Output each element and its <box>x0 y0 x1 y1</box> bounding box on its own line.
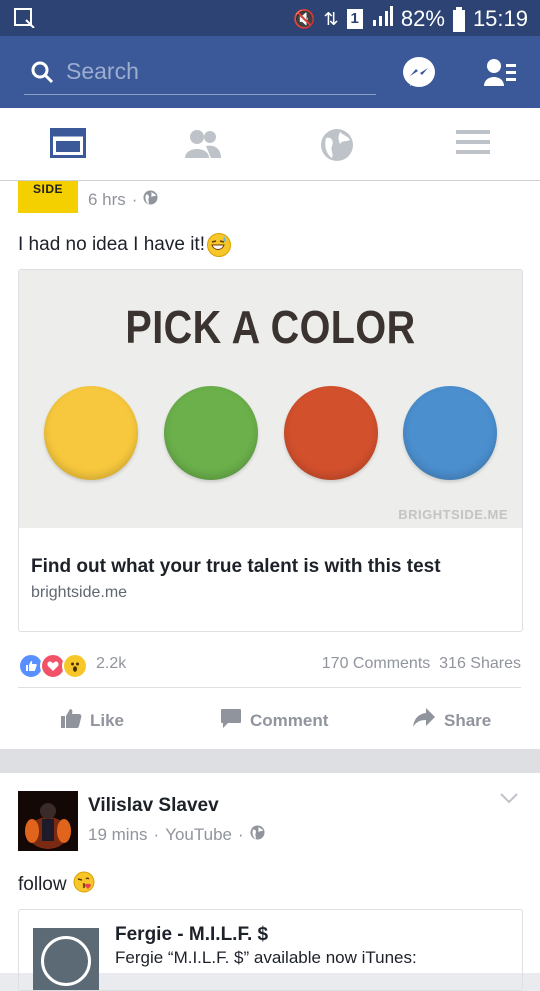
battery-percent: 82% <box>400 6 445 31</box>
notification-download-icon <box>14 8 36 33</box>
post-card: Vilislav Slavev 19 mins · YouTube · foll… <box>0 773 540 991</box>
grinning-sweat-emoji-icon <box>206 233 231 257</box>
network-icon: ⇅ <box>323 8 339 29</box>
clock: 15:19 <box>472 6 528 31</box>
comment-button[interactable]: Comment <box>220 707 328 734</box>
author-avatar[interactable]: SIDE <box>18 181 78 213</box>
search-placeholder: Search <box>66 58 139 84</box>
share-arrow-icon <box>412 707 436 734</box>
comments-shares: 170 Comments 316 Shares <box>322 655 521 673</box>
kissing-emoji-icon <box>73 871 95 899</box>
battery-icon <box>452 7 465 32</box>
comment-label: Comment <box>250 710 329 730</box>
share-count[interactable]: 316 Shares <box>439 655 521 672</box>
news-feed: SIDE 6 hrs · I had no idea I have it! PI… <box>0 181 540 991</box>
share-button[interactable]: Share <box>412 707 491 734</box>
tab-bar <box>0 108 540 181</box>
image-watermark: BRIGHTSIDE.ME <box>398 507 508 522</box>
like-button[interactable]: Like <box>60 707 124 734</box>
thumbs-up-icon <box>60 707 82 734</box>
post-time[interactable]: 19 mins <box>88 825 148 845</box>
separator-dot: · <box>238 825 244 844</box>
post-text-content: follow <box>18 874 67 895</box>
post-text-content: I had no idea I have it! <box>18 234 205 255</box>
avatar-logo-text: SIDE <box>33 182 64 196</box>
reaction-count: 2.2k <box>96 655 127 672</box>
tab-globe-notifications[interactable] <box>320 128 354 167</box>
reaction-icons <box>18 653 88 679</box>
post-card: SIDE 6 hrs · I had no idea I have it! PI… <box>0 181 540 749</box>
separator-dot: · <box>131 190 138 209</box>
messenger-icon[interactable] <box>402 56 436 95</box>
post-meta: 19 mins · YouTube · <box>88 825 265 845</box>
post-time[interactable]: 6 hrs <box>88 190 126 210</box>
share-label: Share <box>444 710 492 730</box>
blue-color-circle <box>403 386 497 480</box>
separator-dot: · <box>153 825 160 844</box>
link-title[interactable]: Find out what your true talent is with t… <box>31 556 441 578</box>
comment-count[interactable]: 170 Comments <box>322 655 431 672</box>
post-meta: 6 hrs · <box>88 190 158 210</box>
link-domain: brightside.me <box>31 584 128 601</box>
post-text: follow <box>18 871 95 899</box>
like-label: Like <box>90 710 125 730</box>
tab-friends[interactable] <box>184 128 222 163</box>
post-source[interactable]: YouTube <box>165 825 232 845</box>
tab-menu[interactable] <box>456 128 490 161</box>
top-bar: Search <box>0 36 540 108</box>
image-headline: PICK A COLOR <box>125 301 416 353</box>
red-color-circle <box>284 386 378 480</box>
play-icon <box>41 936 91 986</box>
link-description: Fergie “M.I.L.F. $” available now iTunes… <box>115 948 417 967</box>
wow-reaction-icon <box>62 653 88 679</box>
search-icon <box>30 60 54 89</box>
sim-indicator: 1 <box>346 9 363 29</box>
reactions-summary[interactable]: 2.2k 170 Comments 316 Shares <box>18 651 521 688</box>
signal-icon <box>371 6 393 32</box>
feed-divider <box>0 749 540 773</box>
tab-news-feed[interactable] <box>50 128 86 163</box>
public-globe-icon <box>250 825 265 845</box>
link-preview[interactable]: Fergie - M.I.L.F. $ Fergie “M.I.L.F. $” … <box>18 909 523 991</box>
link-preview[interactable]: PICK A COLOR BRIGHTSIDE.ME Find out what… <box>18 269 523 632</box>
mute-icon: 🔇 <box>293 8 316 29</box>
friend-requests-icon[interactable] <box>484 58 516 91</box>
post-text: I had no idea I have it! <box>18 233 231 257</box>
comment-bubble-icon <box>220 707 242 734</box>
chevron-down-icon[interactable] <box>500 791 518 809</box>
post-actions: Like Comment Share <box>18 703 521 733</box>
link-title[interactable]: Fergie - M.I.L.F. $ <box>115 924 268 946</box>
author-name[interactable]: Vilislav Slavev <box>88 795 219 817</box>
link-preview-image[interactable]: PICK A COLOR BRIGHTSIDE.ME <box>19 270 522 528</box>
green-color-circle <box>164 386 258 480</box>
search-input[interactable]: Search <box>24 50 376 95</box>
author-avatar[interactable] <box>18 791 78 851</box>
yellow-color-circle <box>44 386 138 480</box>
status-bar: 🔇 ⇅ 1 82% 15:19 <box>0 0 540 36</box>
public-globe-icon <box>143 190 158 210</box>
